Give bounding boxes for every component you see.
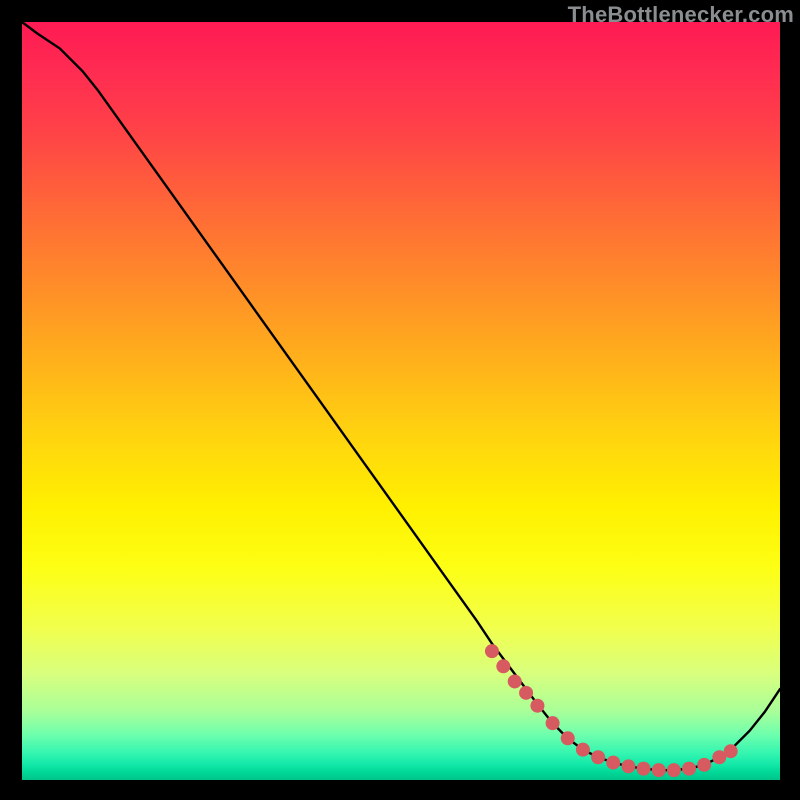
chart-frame: TheBottlenecker.com — [0, 0, 800, 800]
curve-marker — [485, 644, 499, 658]
bottleneck-curve — [22, 22, 780, 770]
curve-marker — [591, 750, 605, 764]
curve-marker — [561, 731, 575, 745]
curve-markers — [485, 644, 738, 777]
curve-marker — [724, 744, 738, 758]
chart-svg — [22, 22, 780, 780]
curve-marker — [637, 762, 651, 776]
curve-marker — [606, 756, 620, 770]
curve-marker — [530, 699, 544, 713]
attribution-label: TheBottlenecker.com — [568, 2, 794, 28]
curve-marker — [496, 659, 510, 673]
curve-marker — [667, 763, 681, 777]
curve-marker — [652, 763, 666, 777]
curve-marker — [576, 743, 590, 757]
curve-marker — [508, 674, 522, 688]
curve-marker — [519, 686, 533, 700]
curve-marker — [546, 716, 560, 730]
curve-marker — [621, 759, 635, 773]
curve-marker — [682, 762, 696, 776]
curve-marker — [697, 758, 711, 772]
